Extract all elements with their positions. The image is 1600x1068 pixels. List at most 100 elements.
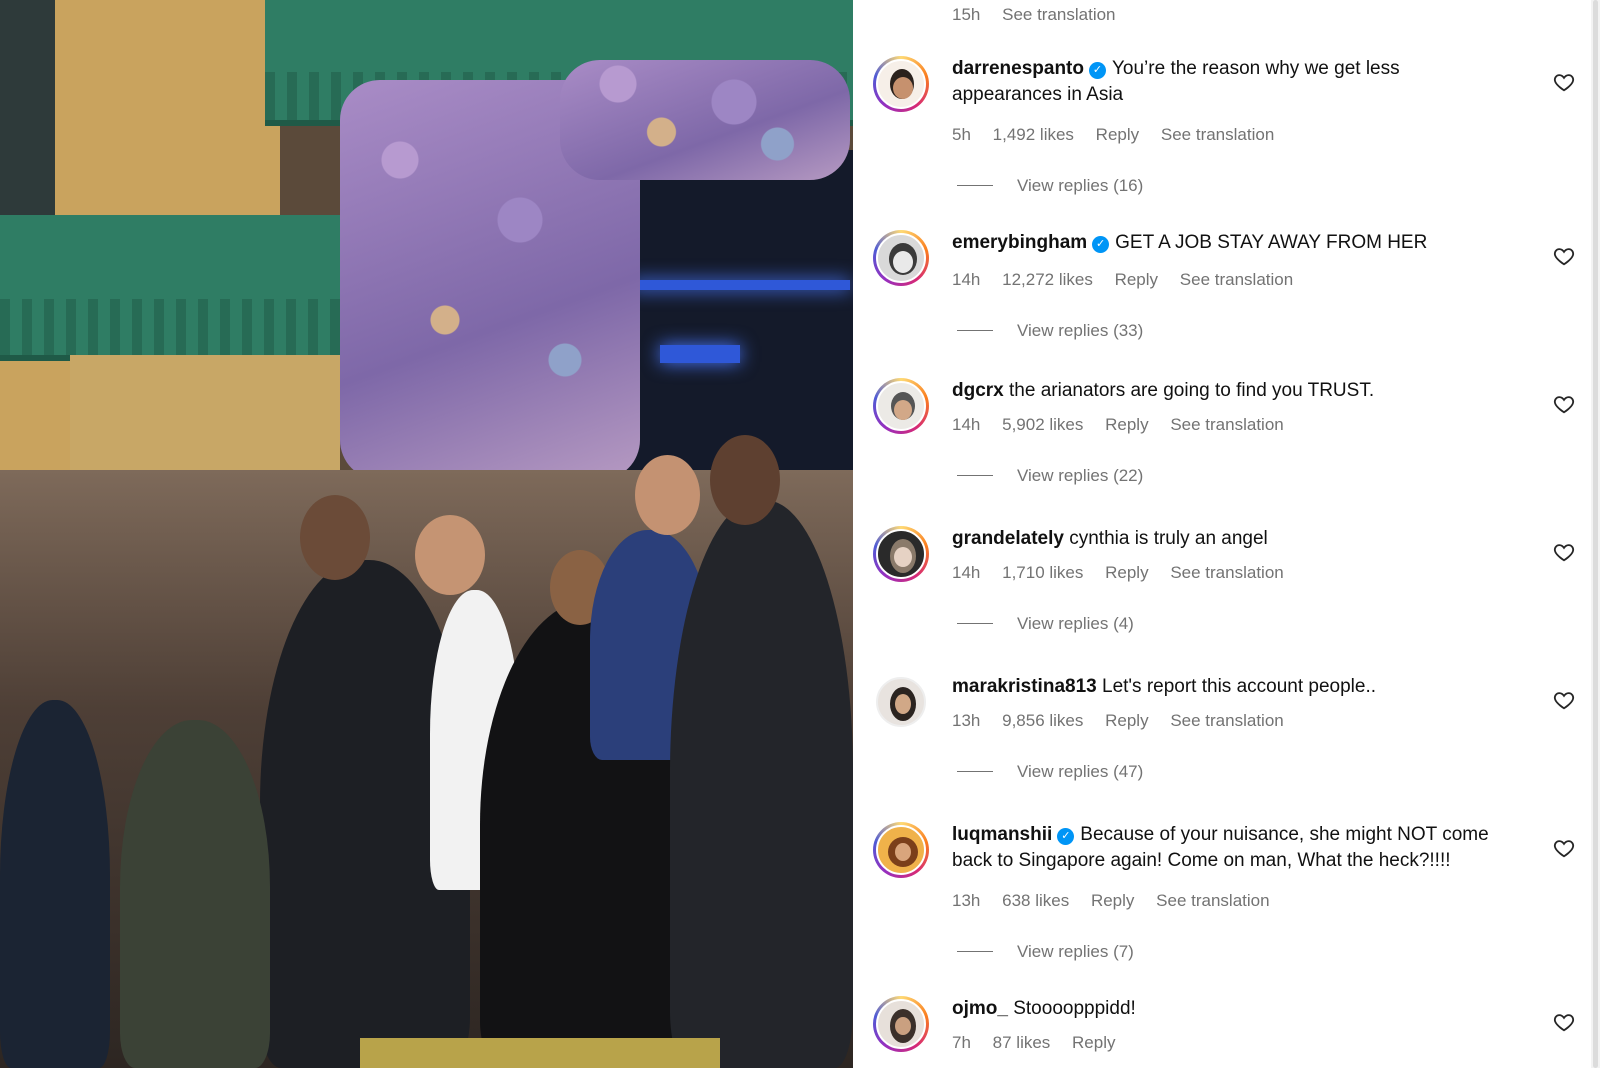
comment-time: 13h: [952, 711, 981, 730]
reply-link[interactable]: Reply: [1072, 1033, 1115, 1052]
like-count[interactable]: 1,492 likes: [993, 125, 1074, 144]
bodyguard-head: [710, 435, 780, 525]
like-count[interactable]: 87 likes: [993, 1033, 1051, 1052]
like-count[interactable]: 9,856 likes: [1002, 711, 1083, 730]
reply-link[interactable]: Reply: [1096, 125, 1139, 144]
see-translation-link[interactable]: See translation: [1002, 5, 1115, 24]
username[interactable]: luqmanshii: [952, 824, 1052, 845]
view-replies-label: View replies (47): [1017, 762, 1144, 781]
comment-meta: 5h 1,492 likes Reply See translation: [952, 125, 1291, 145]
username[interactable]: grandelately: [952, 528, 1064, 549]
like-count[interactable]: 638 likes: [1002, 891, 1069, 910]
heart-outline-icon[interactable]: [1553, 689, 1575, 711]
view-replies-label: View replies (16): [1017, 176, 1144, 195]
username[interactable]: darrenespanto: [952, 58, 1084, 79]
comment-meta: 14h 5,902 likes Reply See translation: [952, 415, 1301, 435]
comment-text: GET A JOB STAY AWAY FROM HER: [1115, 232, 1428, 253]
comment-time: 14h: [952, 415, 981, 434]
see-translation-link[interactable]: See translation: [1170, 563, 1283, 582]
comment-meta: 14h 1,710 likes Reply See translation: [952, 563, 1301, 583]
comment-text: Let's report this account people..: [1102, 676, 1377, 697]
heart-outline-icon[interactable]: [1553, 1011, 1575, 1033]
yellow-carpet: [360, 1038, 720, 1068]
view-replies-button[interactable]: View replies (33): [957, 321, 1143, 341]
avatar[interactable]: [873, 996, 929, 1052]
reply-link[interactable]: Reply: [1091, 891, 1134, 910]
replies-divider: [957, 330, 993, 331]
replies-divider: [957, 951, 993, 952]
green-awning-left: [0, 215, 355, 361]
comment-time: 14h: [952, 563, 981, 582]
heart-outline-icon[interactable]: [1553, 71, 1575, 93]
avatar[interactable]: [873, 230, 929, 286]
username[interactable]: marakristina813: [952, 676, 1097, 697]
see-translation-link[interactable]: See translation: [1180, 270, 1293, 289]
verified-badge-icon: ✓: [1057, 828, 1075, 845]
view-replies-button[interactable]: View replies (7): [957, 942, 1134, 962]
heart-outline-icon[interactable]: [1553, 541, 1575, 563]
username[interactable]: ojmo_: [952, 998, 1008, 1019]
comments-panel[interactable]: 15h See translation darrenespanto ✓ You’re…: [853, 0, 1600, 1068]
replies-divider: [957, 623, 993, 624]
view-replies-button[interactable]: View replies (22): [957, 466, 1143, 486]
view-replies-button[interactable]: View replies (16): [957, 176, 1143, 196]
see-translation-link[interactable]: See translation: [1170, 415, 1283, 434]
comment-text: cynthia is truly an angel: [1069, 528, 1268, 549]
see-translation-link[interactable]: See translation: [1170, 711, 1283, 730]
blue-light-strip: [630, 280, 850, 290]
heart-outline-icon[interactable]: [1553, 393, 1575, 415]
comment-text: the arianators are going to find you TRU…: [1009, 380, 1375, 401]
heart-outline-icon[interactable]: [1553, 245, 1575, 267]
reply-link[interactable]: Reply: [1115, 270, 1158, 289]
scrollbar[interactable]: [1591, 0, 1600, 1068]
view-replies-label: View replies (33): [1017, 321, 1144, 340]
like-count[interactable]: 5,902 likes: [1002, 415, 1083, 434]
avatar[interactable]: [873, 526, 929, 582]
view-replies-label: View replies (22): [1017, 466, 1144, 485]
see-translation-link[interactable]: See translation: [1161, 125, 1274, 144]
blue-light-panel: [660, 345, 740, 363]
comment-meta: 13h 9,856 likes Reply See translation: [952, 711, 1301, 731]
comment-time: 13h: [952, 891, 981, 910]
view-replies-button[interactable]: View replies (4): [957, 614, 1134, 634]
comment-time: 7h: [952, 1033, 971, 1052]
man-head: [415, 515, 485, 595]
verified-badge-icon: ✓: [1092, 236, 1110, 253]
fan-foreground: [0, 700, 110, 1068]
guard-head: [300, 495, 370, 580]
replies-divider: [957, 771, 993, 772]
replies-divider: [957, 185, 993, 186]
view-replies-label: View replies (7): [1017, 942, 1134, 961]
suit-head: [635, 455, 700, 535]
view-replies-label: View replies (4): [1017, 614, 1134, 633]
replies-divider: [957, 475, 993, 476]
prev-comment-meta: 15h See translation: [952, 5, 1133, 25]
see-translation-link[interactable]: See translation: [1156, 891, 1269, 910]
post-media[interactable]: [0, 0, 853, 1068]
comment-text: Stoooopppidd!: [1013, 998, 1136, 1019]
heart-outline-icon[interactable]: [1553, 837, 1575, 859]
bodyguard-right: [670, 500, 853, 1068]
like-count[interactable]: 1,710 likes: [1002, 563, 1083, 582]
comment-meta: 7h 87 likes Reply: [952, 1033, 1133, 1053]
verified-badge-icon: ✓: [1088, 62, 1106, 79]
avatar[interactable]: [873, 56, 929, 112]
view-replies-button[interactable]: View replies (47): [957, 762, 1143, 782]
flower-arch-top: [560, 60, 850, 180]
reply-link[interactable]: Reply: [1105, 415, 1148, 434]
username[interactable]: emerybingham: [952, 232, 1087, 253]
window-panel: [0, 0, 55, 250]
comment-time: 5h: [952, 125, 971, 144]
comment-time: 15h: [952, 5, 981, 24]
reply-link[interactable]: Reply: [1105, 563, 1148, 582]
like-count[interactable]: 12,272 likes: [1002, 270, 1093, 289]
comment-meta: 14h 12,272 likes Reply See translation: [952, 270, 1310, 290]
poster-board: [120, 720, 270, 1068]
comment-meta: 13h 638 likes Reply See translation: [952, 891, 1287, 911]
avatar[interactable]: [873, 822, 929, 878]
avatar[interactable]: [873, 674, 929, 730]
avatar[interactable]: [873, 378, 929, 434]
reply-link[interactable]: Reply: [1105, 711, 1148, 730]
username[interactable]: dgcrx: [952, 380, 1004, 401]
comment-time: 14h: [952, 270, 981, 289]
